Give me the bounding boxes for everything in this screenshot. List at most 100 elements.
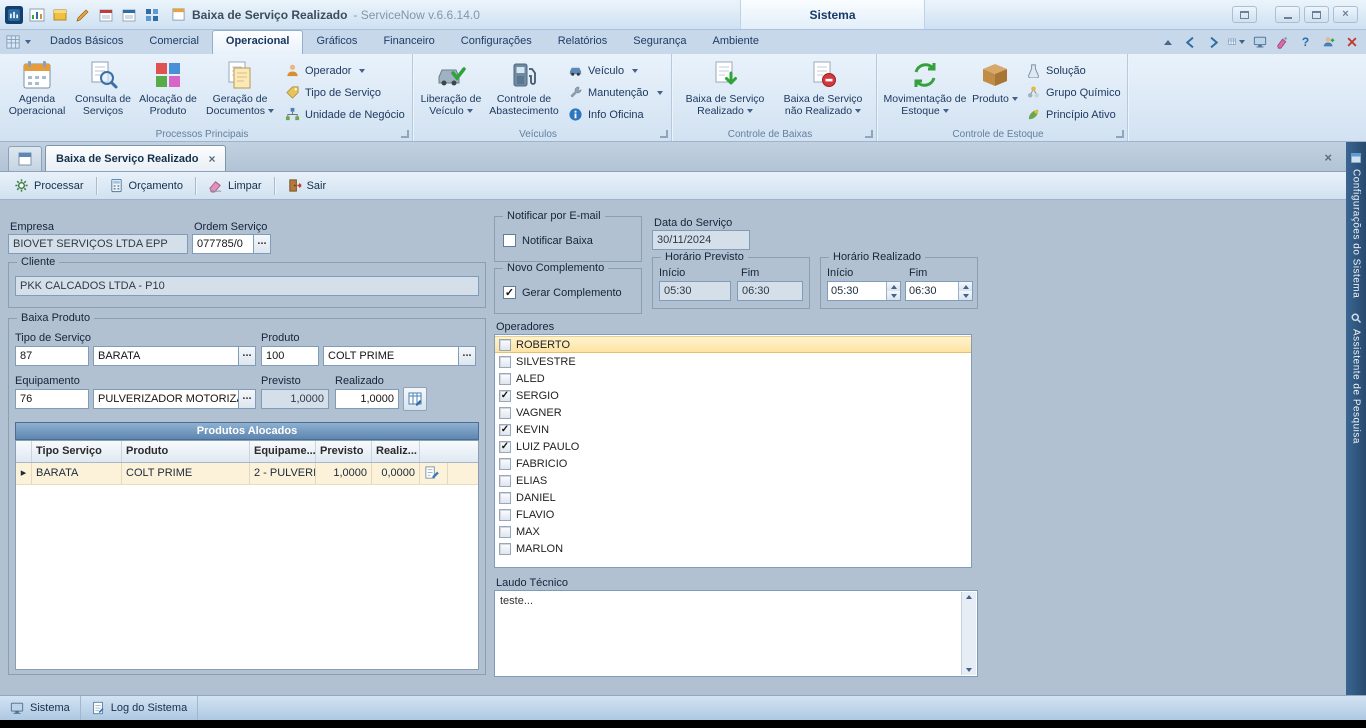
produto-ribbon-button[interactable]: Produto [970, 57, 1020, 125]
ordem-servico-lookup-button[interactable]: ... [253, 234, 271, 254]
doc-tab-close-icon[interactable]: × [208, 152, 215, 166]
unidade-negocio-button[interactable]: Unidade de Negócio [285, 106, 407, 123]
tipo-servico-name-field[interactable]: BARATA [93, 346, 239, 366]
system-context-tab[interactable]: Sistema [740, 0, 925, 29]
empresa-field[interactable]: BIOVET SERVIÇOS LTDA EPP [8, 234, 188, 254]
spin-up-icon[interactable] [887, 282, 900, 291]
col-equipamento[interactable]: Equipame... [250, 441, 316, 462]
realizado-calc-button[interactable] [403, 387, 427, 411]
operator-checkbox[interactable] [499, 407, 511, 419]
monitor-icon[interactable] [1251, 34, 1268, 51]
package-shortcut-icon[interactable] [51, 6, 69, 24]
restore-window-button[interactable] [1232, 6, 1257, 23]
operator-list-item[interactable]: MARLON [495, 540, 971, 557]
grid-shortcut-icon[interactable] [143, 6, 161, 24]
operator-list-item[interactable]: DANIEL [495, 489, 971, 506]
operator-checkbox[interactable] [499, 526, 511, 538]
equipamento-code-field[interactable]: 76 [15, 389, 89, 409]
dialog-launcher-icon[interactable] [660, 130, 668, 138]
operator-checkbox[interactable] [499, 492, 511, 504]
principio-ativo-button[interactable]: Princípio Ativo [1026, 106, 1122, 123]
baixa-realizado-button[interactable]: Baixa de Serviço Realizado [677, 57, 773, 125]
operator-list-item[interactable]: ELIAS [495, 472, 971, 489]
produto-lookup-button[interactable]: ... [458, 346, 476, 366]
tab-seguranca[interactable]: Segurança [620, 30, 699, 54]
operator-list-item[interactable]: FLAVIO [495, 506, 971, 523]
view-grid-icon[interactable] [1228, 34, 1245, 51]
grid-data-row[interactable]: ▸ BARATA COLT PRIME 2 - PULVERI... 1,000… [16, 463, 478, 485]
notificar-baixa-checkbox[interactable] [503, 234, 516, 247]
help-icon[interactable]: ? [1297, 34, 1314, 51]
veiculo-button[interactable]: Veículo [568, 62, 666, 79]
close-button[interactable]: × [1333, 6, 1358, 23]
spin-down-icon[interactable] [959, 291, 972, 300]
liberacao-veiculo-button[interactable]: Liberação de Veículo [418, 57, 484, 125]
alocacao-produto-button[interactable]: Alocação de Produto [137, 57, 199, 125]
nav-forward-icon[interactable] [1205, 34, 1222, 51]
operator-list-item[interactable]: MAX [495, 523, 971, 540]
tab-graficos[interactable]: Gráficos [303, 30, 370, 54]
assistente-pesquisa-side-tab[interactable]: Assistente de Pesquisa [1350, 312, 1362, 444]
realizado-field[interactable]: 1,0000 [335, 389, 399, 409]
tab-operacional[interactable]: Operacional [212, 30, 304, 54]
operator-list-item[interactable]: ✓LUIZ PAULO [495, 438, 971, 455]
status-sistema[interactable]: Sistema [0, 696, 81, 720]
operator-checkbox[interactable]: ✓ [499, 424, 511, 436]
tab-relatorios[interactable]: Relatórios [545, 30, 621, 54]
tab-financeiro[interactable]: Financeiro [370, 30, 447, 54]
produto-code-field[interactable]: 100 [261, 346, 319, 366]
col-previsto[interactable]: Previsto [316, 441, 372, 462]
hr-fim-field[interactable]: 06:30 [905, 281, 973, 301]
tab-comercial[interactable]: Comercial [136, 30, 212, 54]
limpar-button[interactable]: Limpar [200, 175, 270, 196]
calendar-blue-shortcut-icon[interactable] [120, 6, 138, 24]
scroll-down-icon[interactable] [966, 668, 972, 672]
operator-list-item[interactable]: SILVESTRE [495, 353, 971, 370]
operadores-listbox[interactable]: ROBERTO SILVESTRE ALED ✓SERGIO VAGNER ✓K… [494, 334, 972, 568]
consulta-servicos-button[interactable]: Consulta de Serviços [71, 57, 135, 125]
add-user-icon[interactable] [1320, 34, 1337, 51]
movimentacao-estoque-button[interactable]: Movimentação de Estoque [882, 57, 968, 125]
config-sistema-side-tab[interactable]: Configurações do Sistema [1350, 152, 1362, 298]
hr-inicio-field[interactable]: 05:30 [827, 281, 901, 301]
operator-list-item[interactable]: FABRICIO [495, 455, 971, 472]
operator-checkbox[interactable]: ✓ [499, 390, 511, 402]
operator-checkbox[interactable] [499, 475, 511, 487]
grupo-quimico-button[interactable]: Grupo Químico [1026, 84, 1122, 101]
operator-checkbox[interactable]: ✓ [499, 441, 511, 453]
solucao-button[interactable]: Solução [1026, 62, 1122, 79]
app-menu-button[interactable] [0, 30, 37, 54]
operator-checkbox[interactable] [499, 356, 511, 368]
home-mini-tab[interactable] [8, 146, 42, 171]
dialog-launcher-icon[interactable] [401, 130, 409, 138]
theme-brush-icon[interactable] [1274, 34, 1291, 51]
spin-up-icon[interactable] [959, 282, 972, 291]
tab-dados-basicos[interactable]: Dados Básicos [37, 30, 136, 54]
agenda-operacional-button[interactable]: Agenda Operacional [5, 57, 69, 125]
manutencao-button[interactable]: Manutenção [568, 84, 666, 101]
operator-checkbox[interactable] [499, 543, 511, 555]
operator-checkbox[interactable] [499, 458, 511, 470]
produto-name-field[interactable]: COLT PRIME [323, 346, 459, 366]
nav-back-icon[interactable] [1182, 34, 1199, 51]
equipamento-lookup-button[interactable]: ... [238, 389, 256, 409]
operator-list-item[interactable]: ✓SERGIO [495, 387, 971, 404]
dialog-launcher-icon[interactable] [865, 130, 873, 138]
baixa-nao-realizado-button[interactable]: Baixa de Serviço não Realizado [775, 57, 871, 125]
col-tipo-servico[interactable]: Tipo Serviço [32, 441, 122, 462]
status-log-sistema[interactable]: Log do Sistema [81, 696, 198, 720]
calendar-red-shortcut-icon[interactable] [97, 6, 115, 24]
cell-edit-button[interactable] [420, 463, 448, 484]
processar-button[interactable]: Processar [6, 175, 92, 196]
tipo-servico-lookup-button[interactable]: ... [238, 346, 256, 366]
operator-list-item[interactable]: ALED [495, 370, 971, 387]
operator-checkbox[interactable] [499, 339, 511, 351]
cliente-field[interactable]: PKK CALCADOS LTDA - P10 [15, 276, 479, 296]
tab-baixa-servico-realizado[interactable]: Baixa de Serviço Realizado × [45, 145, 226, 171]
gerar-complemento-checkbox[interactable]: ✓ [503, 286, 516, 299]
tab-configuracoes[interactable]: Configurações [448, 30, 545, 54]
operator-list-item[interactable]: ✓KEVIN [495, 421, 971, 438]
equipamento-name-field[interactable]: PULVERIZADOR MOTORIZAI... [93, 389, 239, 409]
operator-list-item[interactable]: ROBERTO [495, 336, 971, 353]
info-oficina-button[interactable]: Info Oficina [568, 106, 666, 123]
